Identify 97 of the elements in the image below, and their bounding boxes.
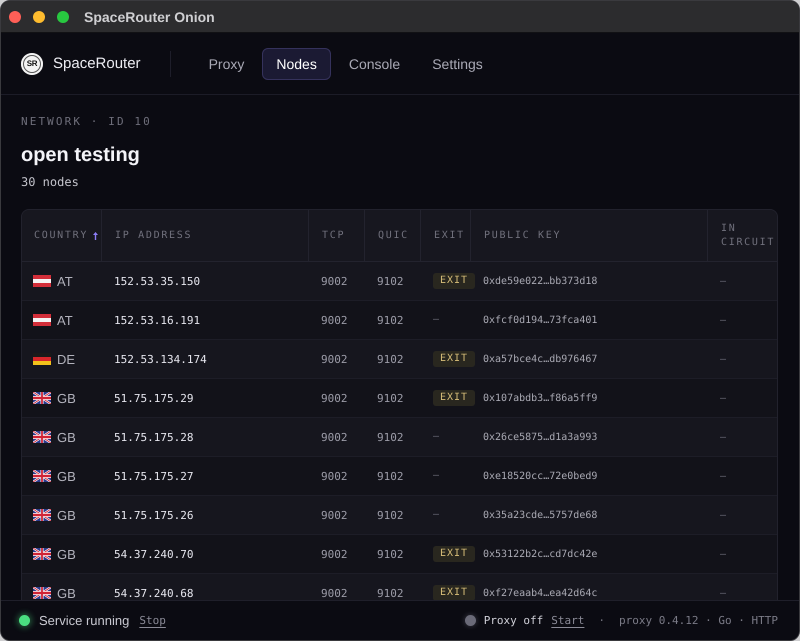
quic-port: 9102: [377, 352, 404, 366]
in-circuit-value: —: [720, 392, 726, 404]
public-key: 0x26ce5875…d1a3a993: [483, 432, 598, 442]
column-header[interactable]: TCP: [308, 210, 364, 261]
country-code: GB: [57, 546, 76, 562]
quic-port: 9102: [377, 274, 404, 288]
country-code: GB: [57, 586, 76, 600]
austria-flag-icon: [33, 314, 51, 326]
country-code: GB: [57, 468, 76, 484]
quic-port: 9102: [377, 392, 404, 404]
in-circuit-value: —: [720, 510, 726, 520]
ip-address: 152.53.35.150: [114, 274, 200, 288]
close-button[interactable]: [9, 10, 21, 22]
in-circuit-value: —: [720, 588, 726, 598]
stop-link[interactable]: Stop: [139, 614, 166, 627]
ip-address: 51.75.175.29: [114, 392, 194, 404]
in-circuit-value: —: [720, 276, 726, 286]
column-header[interactable]: QUIC: [364, 210, 420, 261]
ip-address: 152.53.16.191: [114, 314, 200, 326]
quic-port: 9102: [377, 508, 404, 522]
node-count: 30 nodes: [21, 174, 80, 190]
uk-flag-icon: [33, 509, 51, 521]
public-key: 0xf27eaab4…ea42d64c: [483, 588, 598, 598]
column-header[interactable]: PUBLIC KEY: [470, 210, 707, 261]
tcp-port: 9002: [321, 392, 348, 404]
service-status: Service running: [39, 613, 130, 628]
quic-port: 9102: [377, 314, 404, 326]
uk-flag-icon: [33, 587, 51, 599]
nav-tab[interactable]: Nodes: [262, 48, 331, 80]
exit-value: —: [433, 314, 440, 326]
in-circuit-value: —: [720, 432, 726, 442]
country-code: DE: [57, 352, 76, 366]
quic-port: 9102: [377, 430, 404, 444]
window-title: SpaceRouter Onion: [84, 8, 215, 24]
in-circuit-value: —: [720, 354, 726, 364]
network-label: NETWORK · ID 10: [21, 115, 153, 129]
tcp-port: 9002: [321, 548, 348, 560]
uk-flag-icon: [33, 548, 51, 560]
uk-flag-icon: [33, 431, 51, 443]
exit-tag: EXIT: [433, 273, 476, 289]
zoom-button[interactable]: [57, 10, 69, 22]
exit-tag: EXIT: [433, 351, 476, 367]
country-code: GB: [57, 390, 76, 406]
public-key: 0xfcf0d194…73fca401: [483, 314, 598, 326]
ip-address: 51.75.175.27: [114, 470, 194, 482]
exit-tag: EXIT: [433, 390, 476, 406]
country-code: GB: [57, 508, 76, 522]
exit-value: —: [433, 509, 440, 521]
app-logo: SR: [21, 52, 43, 74]
tcp-port: 9002: [321, 274, 348, 288]
column-header[interactable]: COUNTRY: [22, 210, 101, 261]
nav-tab[interactable]: Console: [334, 48, 414, 80]
public-key: 0x53122b2c…cd7dc42e: [483, 548, 598, 560]
build-info: proxy 0.4.12 · Go · HTTP: [619, 614, 778, 627]
proxy-status: Proxy off: [484, 614, 544, 627]
quic-port: 9102: [377, 470, 404, 482]
ip-address: 51.75.175.28: [114, 430, 194, 444]
public-key: 0x107abdb3…f86a5ff9: [483, 392, 598, 404]
in-circuit-value: —: [720, 548, 726, 560]
exit-tag: EXIT: [433, 585, 476, 600]
start-link[interactable]: Start: [551, 614, 584, 627]
ip-address: 54.37.240.68: [114, 586, 194, 600]
uk-flag-icon: [33, 470, 51, 482]
column-header[interactable]: IN CIRCUIT: [707, 210, 777, 261]
tcp-port: 9002: [321, 314, 348, 326]
nav-tab[interactable]: Settings: [418, 48, 497, 80]
exit-value: —: [433, 431, 440, 443]
exit-tag: EXIT: [433, 546, 476, 562]
uk-flag-icon: [33, 392, 51, 404]
tcp-port: 9002: [321, 508, 348, 522]
exit-value: —: [433, 470, 440, 482]
ip-address: 54.37.240.70: [114, 548, 194, 560]
public-key: 0xe18520cc…72e0bed9: [483, 470, 598, 482]
in-circuit-value: —: [720, 314, 726, 326]
tcp-port: 9002: [321, 586, 348, 600]
in-circuit-value: —: [720, 470, 726, 482]
tcp-port: 9002: [321, 352, 348, 366]
country-code: AT: [57, 312, 73, 328]
column-header[interactable]: EXIT: [420, 210, 470, 261]
country-code: AT: [57, 274, 73, 288]
public-key: 0x35a23cde…5757de68: [483, 510, 598, 520]
ip-address: 152.53.134.174: [114, 352, 207, 366]
separator: ·: [598, 614, 606, 627]
public-key: 0xa57bce4c…db976467: [483, 354, 598, 364]
minimize-button[interactable]: [33, 10, 45, 22]
ip-address: 51.75.175.26: [114, 508, 194, 522]
network-name: open testing: [21, 143, 141, 168]
austria-flag-icon: [33, 275, 51, 287]
country-code: GB: [57, 430, 76, 444]
column-header[interactable]: IP ADDRESS: [101, 210, 308, 261]
tcp-port: 9002: [321, 430, 348, 444]
quic-port: 9102: [377, 548, 404, 560]
public-key: 0xde59e022…bb373d18: [483, 276, 598, 286]
nav-tab[interactable]: Proxy: [194, 48, 258, 80]
brand-name: SpaceRouter: [53, 55, 141, 72]
tcp-port: 9002: [321, 470, 348, 482]
quic-port: 9102: [377, 586, 404, 600]
